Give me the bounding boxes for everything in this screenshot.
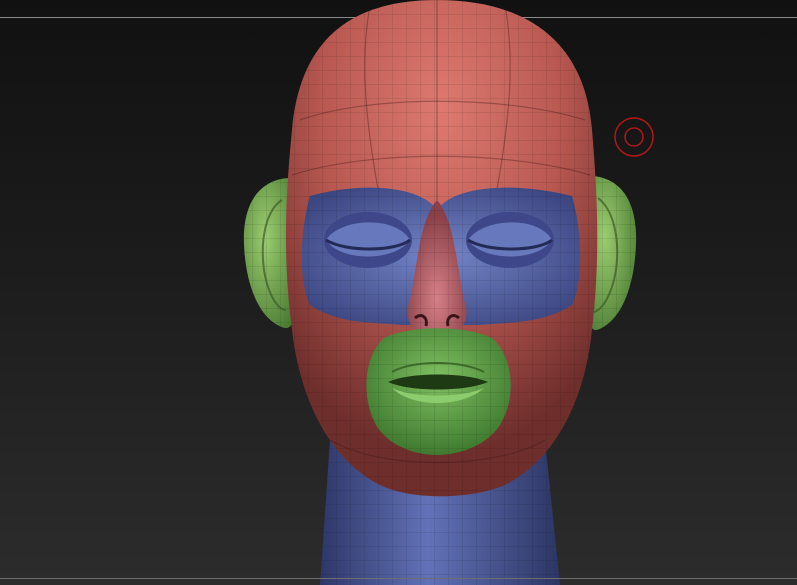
sculpt-viewport[interactable] <box>0 0 797 585</box>
head-model[interactable] <box>0 0 797 585</box>
brush-cursor-icon <box>614 117 654 157</box>
mouth-polygroup[interactable] <box>366 328 511 455</box>
canvas-bottom-border <box>0 578 797 579</box>
